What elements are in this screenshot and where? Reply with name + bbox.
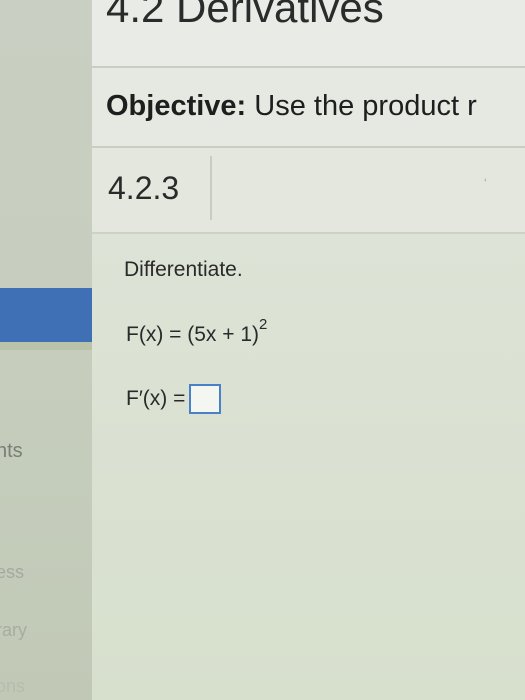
problem-number: 4.2.3 <box>108 170 180 206</box>
objective-description: Use the product r <box>254 90 477 122</box>
answer-label: F′(x) = <box>126 387 186 410</box>
objective-label: Objective: <box>106 90 247 122</box>
function-definition: F(x) = (5x + 1)2 <box>126 316 267 347</box>
decorative-mark: ‘ <box>484 176 487 190</box>
section-header: 4.2 Derivatives <box>92 0 525 68</box>
main-panel: 4.2 Derivatives Objective: Use the produ… <box>92 0 525 700</box>
sidebar-item-3[interactable]: rary <box>0 620 27 641</box>
objective-text: Objective: Use the product r <box>106 90 477 123</box>
problem-instruction: Differentiate. <box>124 258 243 281</box>
sidebar-selected-item[interactable] <box>0 288 92 342</box>
function-exponent: 2 <box>259 316 268 333</box>
problem-number-box: 4.2.3 <box>100 156 212 220</box>
answer-input[interactable] <box>189 384 222 414</box>
sidebar-item-1[interactable]: nts <box>0 440 23 463</box>
sidebar-divider <box>0 342 92 350</box>
sidebar-item-4[interactable]: ons <box>0 676 25 697</box>
problem-content: Differentiate. F(x) = (5x + 1)2 F′(x) = <box>92 234 525 700</box>
problem-header: 4.2.3 ‘ <box>92 148 525 234</box>
sidebar: nts ess rary ons <box>0 0 93 700</box>
section-title: 4.2 Derivatives <box>106 0 384 31</box>
function-expression: F(x) = (5x + 1) <box>126 323 260 346</box>
sidebar-item-2[interactable]: ess <box>0 562 24 583</box>
objective-bar: Objective: Use the product r <box>92 68 525 148</box>
answer-row: F′(x) = <box>126 384 222 414</box>
